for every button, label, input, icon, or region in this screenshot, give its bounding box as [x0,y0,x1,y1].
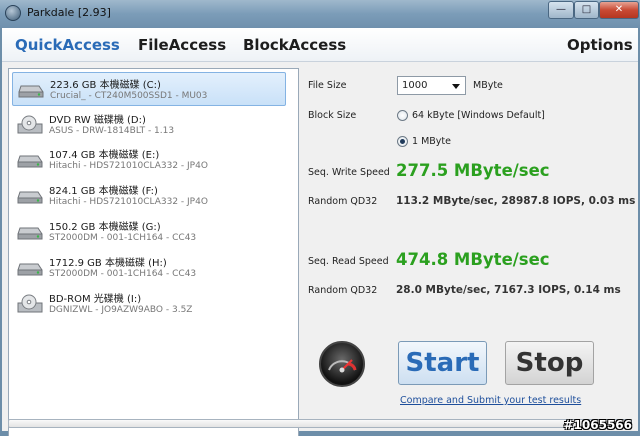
random-write-label: Random QD32 [308,196,378,207]
radio-64kbyte[interactable] [397,110,408,121]
maximize-button[interactable]: □ [574,1,599,19]
tab-quickaccess[interactable]: QuickAccess [15,36,120,54]
tab-blockaccess[interactable]: BlockAccess [243,36,346,54]
hard-drive-icon [17,227,43,240]
drive-model: ASUS - DRW-1814BLT - 1.13 [49,126,175,136]
drive-model: Crucial_ - CT240M500SSD1 - MU03 [50,91,208,101]
tab-bar: QuickAccess FileAccess BlockAccess Optio… [2,28,638,62]
file-size-select[interactable]: 1000 [397,76,466,95]
start-button[interactable]: Start [398,341,487,385]
chevron-down-icon [452,84,460,89]
file-size-value: 1000 [402,80,428,91]
title-bar: Parkdale [2.93] — □ ✕ [0,0,640,28]
drive-name: 150.2 GB 本機磁碟 (G:) [49,222,161,233]
watermark: #1065566 [563,418,632,432]
drive-name: 824.1 GB 本機磁碟 (F:) [49,186,158,197]
block-size-label: Block Size [308,110,357,121]
hard-drive-icon [18,85,44,98]
drive-item-g[interactable]: 150.2 GB 本機磁碟 (G:) ST2000DM - 001-1CH164… [12,215,286,249]
tab-fileaccess[interactable]: FileAccess [138,36,226,54]
window-title: Parkdale [2.93] [27,6,111,19]
drive-name: BD-ROM 光碟機 (I:) [49,294,142,305]
app-client-area: QuickAccess FileAccess BlockAccess Optio… [2,28,638,436]
optical-drive-icon [17,294,43,313]
minimize-button[interactable]: — [548,1,574,19]
drive-list[interactable]: 223.6 GB 本機磁碟 (C:) Crucial_ - CT240M500S… [8,68,299,436]
drive-model: ST2000DM - 001-1CH164 - CC43 [49,269,197,279]
drive-item-f[interactable]: 824.1 GB 本機磁碟 (F:) Hitachi - HDS721010CL… [12,179,286,213]
seq-write-label: Seq. Write Speed [308,167,390,178]
drive-name: 107.4 GB 本機磁碟 (E:) [49,150,160,161]
drive-name: 223.6 GB 本機磁碟 (C:) [50,80,161,91]
seq-read-label: Seq. Read Speed [308,256,389,267]
optical-drive-icon [17,115,43,134]
random-write-value: 113.2 MByte/sec, 28987.8 IOPS, 0.03 ms [396,195,636,207]
submit-results-link[interactable]: Compare and Submit your test results [400,395,581,406]
drive-name: 1712.9 GB 本機磁碟 (H:) [49,258,167,269]
drive-model: Hitachi - HDS721010CLA332 - JP4O [49,161,208,171]
speedometer-dial [328,359,357,373]
hard-drive-icon [17,155,43,168]
radio-64kbyte-label[interactable]: 64 kByte [Windows Default] [412,110,545,121]
close-button[interactable]: ✕ [599,1,639,19]
stop-button[interactable]: Stop [505,341,594,385]
file-size-label: File Size [308,80,347,91]
random-read-value: 28.0 MByte/sec, 7167.3 IOPS, 0.14 ms [396,284,621,296]
seq-read-value: 474.8 MByte/sec [396,250,550,269]
app-icon [5,5,21,21]
radio-1mbyte[interactable] [397,136,408,147]
progress-bar [8,419,632,428]
radio-1mbyte-label[interactable]: 1 MByte [412,136,451,147]
speedometer-icon [319,341,365,387]
seq-write-value: 277.5 MByte/sec [396,161,550,180]
drive-model: ST2000DM - 001-1CH164 - CC43 [49,233,197,243]
file-size-unit: MByte [473,80,503,91]
drive-item-e[interactable]: 107.4 GB 本機磁碟 (E:) Hitachi - HDS721010CL… [12,143,286,177]
drive-item-i[interactable]: BD-ROM 光碟機 (I:) DGNIZWL - JO9AZW9ABO - 3… [12,287,286,321]
tab-options[interactable]: Options [567,36,633,54]
random-read-label: Random QD32 [308,285,378,296]
drive-model: Hitachi - HDS721010CLA332 - JP4O [49,197,208,207]
drive-name: DVD RW 磁碟機 (D:) [49,115,146,126]
hard-drive-icon [17,191,43,204]
drive-model: DGNIZWL - JO9AZW9ABO - 3.5Z [49,305,193,315]
drive-item-h[interactable]: 1712.9 GB 本機磁碟 (H:) ST2000DM - 001-1CH16… [12,251,286,285]
hard-drive-icon [17,263,43,276]
drive-item-c[interactable]: 223.6 GB 本機磁碟 (C:) Crucial_ - CT240M500S… [12,72,286,106]
drive-item-d[interactable]: DVD RW 磁碟機 (D:) ASUS - DRW-1814BLT - 1.1… [12,108,286,142]
